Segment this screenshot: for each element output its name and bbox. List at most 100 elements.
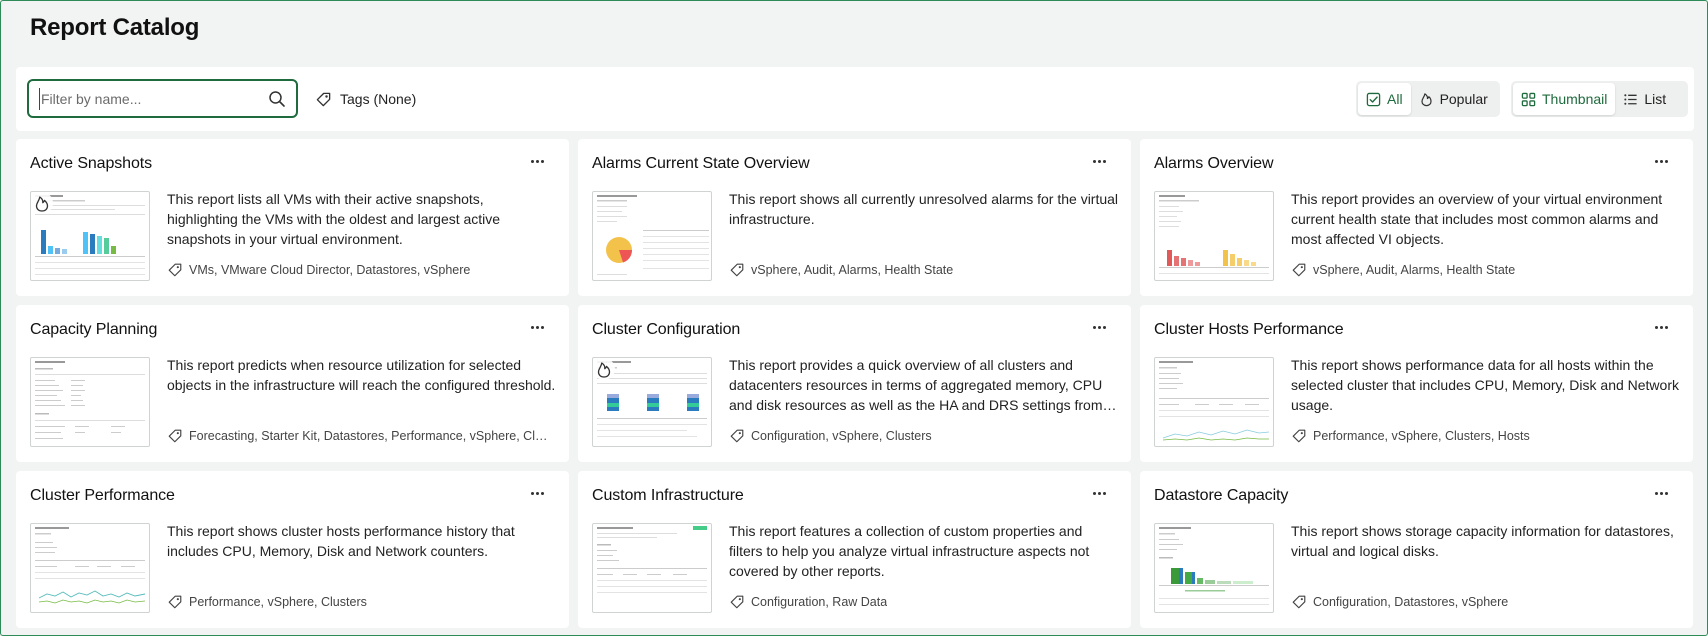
ellipsis-dot-icon <box>1097 491 1101 495</box>
card-tags-text: vSphere, Audit, Alarms, Health State <box>1313 263 1516 277</box>
report-card[interactable]: Custom Infrastructure This report featur… <box>578 471 1131 628</box>
more-options-button[interactable] <box>525 483 549 503</box>
ellipsis-dot-icon <box>530 325 534 329</box>
card-tags: Configuration, vSphere, Clusters <box>729 426 1119 446</box>
report-card[interactable]: Datastore Capacity This report shows sto… <box>1140 471 1693 628</box>
report-card[interactable]: Cluster Hosts Performance This report sh… <box>1140 305 1693 462</box>
tags-filter-button[interactable]: Tags (None) <box>315 87 416 111</box>
card-title: Alarms Overview <box>1154 155 1274 172</box>
tag-icon <box>730 429 744 443</box>
filter-all-button[interactable]: All <box>1358 83 1411 115</box>
card-description: This report shows performance data for a… <box>1291 357 1679 413</box>
report-thumbnail[interactable] <box>592 523 712 613</box>
filter-popular-button[interactable]: Popular <box>1411 83 1496 115</box>
filter-all-label: All <box>1387 91 1403 107</box>
more-options-button[interactable] <box>1649 151 1673 171</box>
ellipsis-dot-icon <box>540 325 544 329</box>
more-options-button[interactable] <box>1087 151 1111 171</box>
ellipsis-dot-icon <box>1102 325 1106 329</box>
more-options-button[interactable] <box>525 151 549 171</box>
card-tags-text: VMs, VMware Cloud Director, Datastores, … <box>189 263 471 277</box>
thumbnail-preview-bar-chart <box>1159 195 1269 274</box>
more-options-button[interactable] <box>1087 317 1111 337</box>
report-card[interactable]: Active Snapshots This report lists all V… <box>16 139 569 296</box>
toolbar: Tags (None) All Popular <box>16 67 1694 131</box>
card-title: Cluster Performance <box>30 487 175 504</box>
report-card[interactable]: Cluster Performance This report shows cl… <box>16 471 569 628</box>
report-card[interactable]: Alarms Current State Overview This repor… <box>578 139 1131 296</box>
ellipsis-dot-icon <box>1092 491 1096 495</box>
ellipsis-dot-icon <box>1659 491 1663 495</box>
ellipsis-dot-icon <box>1654 491 1658 495</box>
ellipsis-dot-icon <box>1659 159 1663 163</box>
card-tags-text: vSphere, Audit, Alarms, Health State <box>751 263 954 277</box>
ellipsis-dot-icon <box>1097 325 1101 329</box>
report-thumbnail[interactable] <box>1154 191 1274 281</box>
card-description: This report shows storage capacity infor… <box>1291 523 1674 559</box>
report-thumbnail[interactable] <box>592 191 712 281</box>
more-options-button[interactable] <box>1649 483 1673 503</box>
report-card[interactable]: Alarms Overview This report provides an … <box>1140 139 1693 296</box>
card-title: Cluster Configuration <box>592 321 741 338</box>
card-tags-text: Performance, vSphere, Clusters, Hosts <box>1313 429 1530 443</box>
report-card[interactable]: Cluster Configuration This report provid… <box>578 305 1131 462</box>
card-description: This report predicts when resource utili… <box>167 357 556 393</box>
view-mode-toggle: Thumbnail List <box>1511 81 1688 117</box>
card-tags: VMs, VMware Cloud Director, Datastores, … <box>167 260 557 280</box>
ellipsis-dot-icon <box>535 491 539 495</box>
card-title: Alarms Current State Overview <box>592 155 810 172</box>
card-description: This report provides a quick overview of… <box>729 357 1103 413</box>
search-box[interactable] <box>27 79 298 118</box>
ellipsis-dot-icon <box>1092 159 1096 163</box>
ellipsis-dot-icon <box>1102 159 1106 163</box>
thumbnail-preview-table <box>597 526 707 593</box>
report-thumbnail[interactable] <box>30 523 150 613</box>
card-tags-text: Configuration, Datastores, vSphere <box>1313 595 1509 609</box>
card-title: Active Snapshots <box>30 155 153 172</box>
view-thumbnail-button[interactable]: Thumbnail <box>1513 83 1616 115</box>
card-tags-text: Configuration, vSphere, Clusters <box>751 429 932 443</box>
card-tags: Configuration, Datastores, vSphere <box>1291 592 1681 612</box>
card-title: Cluster Hosts Performance <box>1154 321 1344 338</box>
list-icon <box>1624 93 1637 105</box>
tag-icon <box>168 429 182 443</box>
report-thumbnail[interactable] <box>30 191 150 281</box>
checkbox-checked-icon <box>1366 92 1381 106</box>
card-tags: Configuration, Raw Data <box>729 592 1119 612</box>
report-card[interactable]: Capacity Planning This report predicts w… <box>16 305 569 462</box>
thumbnail-preview-text-report <box>35 361 145 439</box>
tag-icon <box>168 595 182 609</box>
more-options-button[interactable] <box>525 317 549 337</box>
report-thumbnail[interactable] <box>592 357 712 447</box>
grid-icon <box>1521 92 1536 106</box>
ellipsis-dot-icon <box>1654 159 1658 163</box>
ellipsis-dot-icon <box>530 491 534 495</box>
ellipsis-dot-icon <box>535 159 539 163</box>
report-thumbnail[interactable] <box>30 357 150 447</box>
card-tags: Forecasting, Starter Kit, Datastores, Pe… <box>167 426 557 446</box>
thumbnail-preview-pie-chart <box>597 195 709 275</box>
ellipsis-dot-icon <box>540 491 544 495</box>
ellipsis-dot-icon <box>530 159 534 163</box>
search-icon[interactable] <box>268 90 286 108</box>
report-thumbnail[interactable] <box>1154 523 1274 613</box>
more-options-button[interactable] <box>1649 317 1673 337</box>
ellipsis-dot-icon <box>1654 325 1658 329</box>
search-input[interactable] <box>39 88 259 110</box>
ellipsis-dot-icon <box>1664 159 1668 163</box>
card-description: This report features a collection of cus… <box>729 523 1090 579</box>
tag-icon <box>316 92 331 106</box>
card-tags-text: Performance, vSphere, Clusters <box>189 595 367 609</box>
card-title: Datastore Capacity <box>1154 487 1289 504</box>
ellipsis-dot-icon <box>540 159 544 163</box>
card-description: This report lists all VMs with their act… <box>167 191 501 247</box>
card-description: This report shows cluster hosts performa… <box>167 523 515 559</box>
card-tags: vSphere, Audit, Alarms, Health State <box>1291 260 1681 280</box>
view-list-button[interactable]: List <box>1615 83 1674 115</box>
card-tags: vSphere, Audit, Alarms, Health State <box>729 260 1119 280</box>
report-thumbnail[interactable] <box>1154 357 1274 447</box>
tag-icon <box>1292 595 1306 609</box>
thumbnail-preview-bar-chart <box>1159 527 1269 605</box>
popularity-filter-toggle: All Popular <box>1356 81 1500 117</box>
more-options-button[interactable] <box>1087 483 1111 503</box>
